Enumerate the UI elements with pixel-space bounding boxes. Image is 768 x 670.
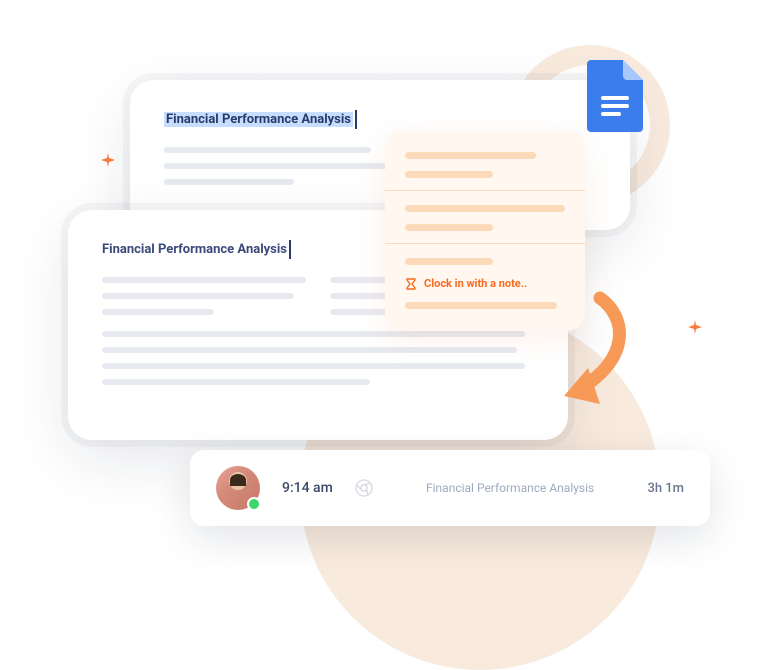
note-popup: Clock in with a note..: [385, 130, 585, 331]
note-line: [405, 152, 536, 159]
document-title: Financial Performance Analysis: [102, 242, 287, 257]
note-line: [405, 171, 493, 178]
document-title: Financial Performance Analysis: [164, 112, 353, 127]
task-duration: 3h 1m: [647, 481, 684, 496]
task-name: Financial Performance Analysis: [395, 481, 626, 495]
sparkle-icon: [688, 320, 702, 334]
sparkle-icon: [101, 153, 115, 167]
clock-icon: [405, 278, 417, 290]
chrome-icon: [355, 479, 373, 497]
time-entry-bar: 9:14 am Financial Performance Analysis 3…: [190, 450, 710, 526]
google-docs-icon: [587, 60, 643, 132]
divider: [385, 243, 585, 244]
note-line: [405, 258, 493, 265]
clock-in-time: 9:14 am: [282, 480, 333, 496]
note-line: [405, 205, 565, 212]
note-line: [405, 302, 557, 309]
clock-in-button[interactable]: Clock in with a note..: [405, 277, 565, 290]
note-line: [405, 224, 493, 231]
divider: [385, 190, 585, 191]
avatar[interactable]: [216, 466, 260, 510]
clock-in-label: Clock in with a note..: [424, 277, 527, 290]
status-online-icon: [247, 497, 261, 511]
